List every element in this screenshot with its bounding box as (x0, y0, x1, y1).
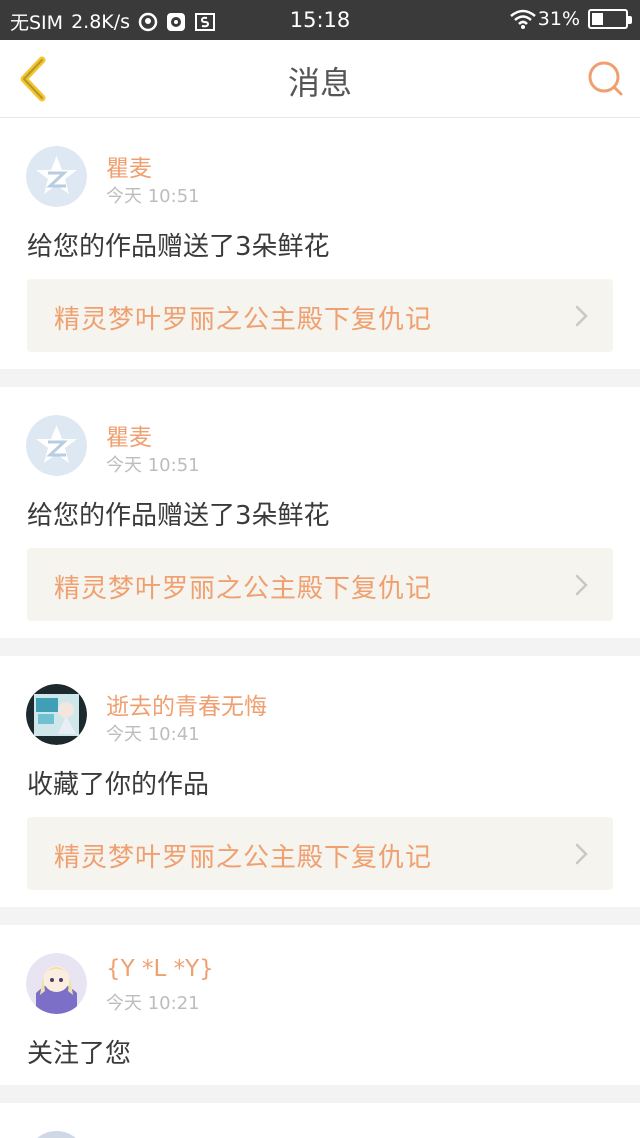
battery-percent: 31% (537, 8, 580, 30)
chevron-right-icon (575, 305, 588, 327)
status-bar: 无SIM 2.8K/s 15:18 31% (0, 0, 640, 40)
timestamp: 今天 10:51 (106, 455, 200, 476)
message-card: {Y *L *Y} 今天 10:21 关注了您 (0, 925, 640, 1085)
message-card: 逝去的青春无悔 今天 10:41 收藏了你的作品 精灵梦叶罗丽之公主殿下复仇记 (0, 656, 640, 907)
message-card: 瞿麦 今天 10:51 给您的作品赠送了3朵鲜花 精灵梦叶罗丽之公主殿下复仇记 (0, 118, 640, 369)
username[interactable]: {Y *L *Y} (106, 956, 214, 982)
page-title: 消息 (287, 64, 352, 102)
username[interactable]: 逝去的青春无悔 (106, 687, 267, 721)
nav-bar: 消息 (0, 40, 640, 118)
action-text: 给您的作品赠送了3朵鲜花 (27, 501, 330, 531)
username[interactable]: 瞿麦 (106, 149, 152, 183)
battery-icon (588, 9, 632, 29)
timestamp: 今天 10:51 (106, 186, 200, 207)
work-title: 精灵梦叶罗丽之公主殿下复仇记 (54, 843, 433, 873)
username[interactable]: 瞿麦 (106, 418, 152, 452)
chevron-right-icon (575, 574, 588, 596)
search-button[interactable] (586, 58, 626, 98)
action-text: 给您的作品赠送了3朵鲜花 (27, 232, 330, 262)
timestamp: 今天 10:21 (106, 993, 200, 1014)
work-link[interactable]: 精灵梦叶罗丽之公主殿下复仇记 (27, 548, 613, 621)
action-text: 收藏了你的作品 (27, 770, 210, 800)
action-text: 关注了您 (27, 1039, 132, 1069)
work-link[interactable]: 精灵梦叶罗丽之公主殿下复仇记 (27, 817, 613, 890)
wifi-icon (509, 9, 536, 29)
user-photo-avatar[interactable] (26, 684, 87, 745)
anime-girl-avatar[interactable] (26, 953, 87, 1014)
timestamp: 今天 10:41 (106, 724, 200, 745)
default-avatar-icon[interactable] (26, 146, 87, 207)
work-link[interactable]: 精灵梦叶罗丽之公主殿下复仇记 (27, 279, 613, 352)
work-title: 精灵梦叶罗丽之公主殿下复仇记 (54, 305, 433, 335)
message-card: 瞿麦 今天 10:51 给您的作品赠送了3朵鲜花 精灵梦叶罗丽之公主殿下复仇记 (0, 387, 640, 638)
default-avatar-icon[interactable] (26, 415, 87, 476)
message-card (0, 1103, 640, 1138)
avatar (26, 1131, 87, 1138)
message-list: 瞿麦 今天 10:51 给您的作品赠送了3朵鲜花 精灵梦叶罗丽之公主殿下复仇记 … (0, 118, 640, 1138)
chevron-right-icon (575, 843, 588, 865)
search-icon (588, 61, 623, 96)
work-title: 精灵梦叶罗丽之公主殿下复仇记 (54, 574, 433, 604)
